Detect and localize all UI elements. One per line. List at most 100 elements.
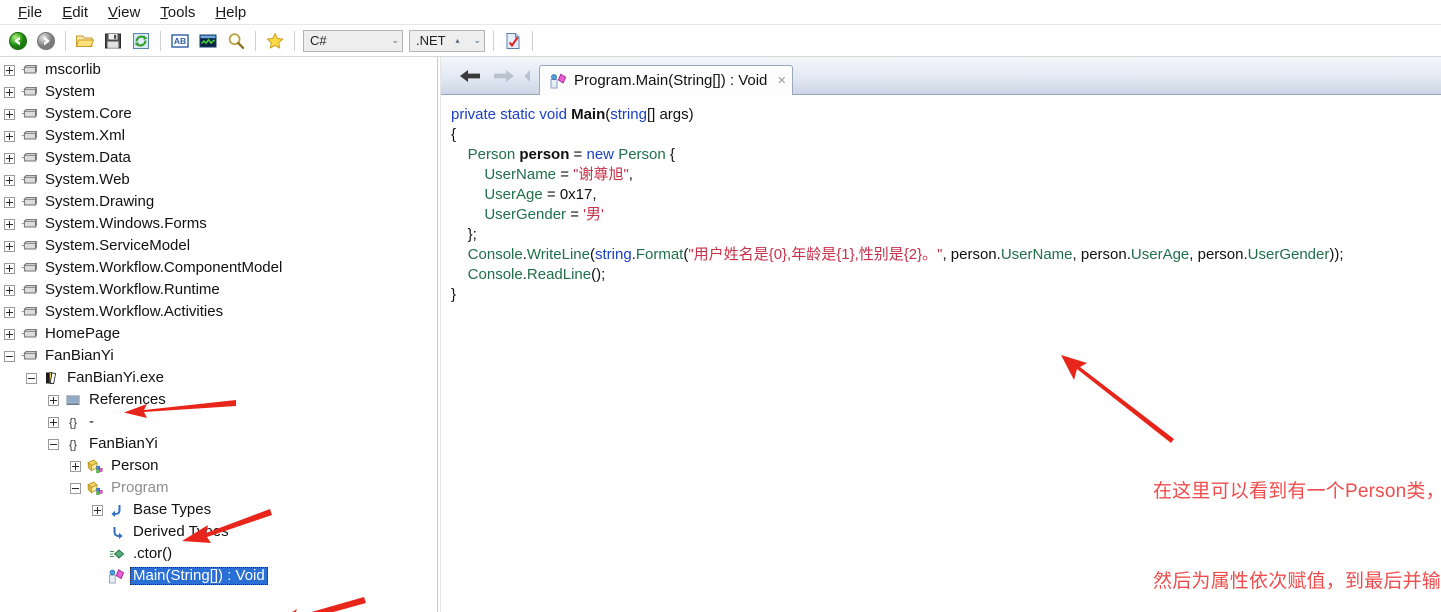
tree-expand-icon[interactable] <box>4 130 15 142</box>
tree-expand-icon[interactable] <box>92 504 103 516</box>
tab-program-main[interactable]: Program.Main(String[]) : Void × <box>539 65 794 95</box>
tree-node[interactable]: {} - <box>0 411 437 433</box>
tree-node[interactable]: System <box>0 81 437 103</box>
tree-node[interactable]: System.Workflow.ComponentModel <box>0 257 437 279</box>
tree-node[interactable]: FanBianYi.exe <box>0 367 437 389</box>
tree-node[interactable]: mscorlib <box>0 59 437 81</box>
tree-expand-icon[interactable] <box>4 218 15 230</box>
tree-node[interactable]: HomePage <box>0 323 437 345</box>
editor-history-dropdown[interactable] <box>521 59 535 93</box>
code-token: UserAge <box>484 186 543 203</box>
tree-node[interactable]: References <box>0 389 437 411</box>
back-arrow-icon <box>9 31 27 50</box>
tree-expand-icon[interactable] <box>4 152 15 164</box>
assembly-icon <box>21 174 37 184</box>
language-select-value: C# <box>310 33 327 48</box>
menu-item-tools[interactable]: Tools <box>150 2 205 23</box>
tree-expand-icon[interactable] <box>4 174 15 186</box>
code-token: , <box>1072 246 1081 263</box>
menu-item-view[interactable]: View <box>98 2 150 23</box>
tree-collapse-icon[interactable] <box>4 350 15 362</box>
assembly-icon <box>21 218 37 228</box>
open-folder-icon <box>75 35 95 47</box>
tree-node[interactable]: System.Web <box>0 169 437 191</box>
tree-node[interactable]: FanBianYi <box>0 345 437 367</box>
tree-expand-icon[interactable] <box>4 306 15 318</box>
tree-node[interactable]: Person <box>0 455 437 477</box>
tree-expand-icon[interactable] <box>4 86 15 98</box>
tree-node[interactable]: Program <box>0 477 437 499</box>
menu-item-help[interactable]: Help <box>205 2 256 23</box>
code-line: Console.WriteLine(string.Format("用户姓名是{0… <box>451 245 1441 265</box>
disassembler-button[interactable]: AB <box>167 28 193 54</box>
tree-node-label: System.Drawing <box>45 193 155 210</box>
tree-node[interactable]: System.Core <box>0 103 437 125</box>
code-token: = <box>569 146 587 163</box>
tree-node[interactable]: System.Workflow.Runtime <box>0 279 437 301</box>
tree-collapse-icon[interactable] <box>70 482 81 494</box>
tree-node[interactable]: System.Workflow.Activities <box>0 301 437 323</box>
tree-expand-icon[interactable] <box>70 460 81 472</box>
tree-node-label: System.Core <box>45 105 132 122</box>
tree-node[interactable]: Derived Types <box>0 521 437 543</box>
menu-mnemonic: E <box>62 3 73 21</box>
tree-node[interactable]: Base Types <box>0 499 437 521</box>
tree-expand-icon[interactable] <box>4 284 15 296</box>
code-panel: Program.Main(String[]) : Void × private … <box>441 57 1441 612</box>
code-token: Main <box>571 106 606 123</box>
framework-select[interactable]: .NET ▴ ⌄ <box>409 29 485 52</box>
tree-node[interactable]: System.Drawing <box>0 191 437 213</box>
tree-node[interactable]: {} FanBianYi <box>0 433 437 455</box>
namespace-icon: {} <box>64 414 82 430</box>
code-token: "用户姓名是{0},年龄是{1},性别是{2}。" <box>688 246 943 263</box>
toolbar: AB C# ⌄ .NET ▴ ⌄ <box>0 25 1441 57</box>
assembly-tree-panel[interactable]: mscorlib System System.Core System.Xml Syste… <box>0 57 437 612</box>
tree-expand-icon[interactable] <box>4 328 15 340</box>
tree-node[interactable]: System.Data <box>0 147 437 169</box>
save-button[interactable] <box>100 28 126 54</box>
tree-expand-icon[interactable] <box>48 416 59 428</box>
tree-expand-icon[interactable] <box>48 394 59 406</box>
close-icon[interactable]: × <box>777 73 786 88</box>
chevron-down-icon: ⌄ <box>391 35 399 45</box>
tree-expand-icon[interactable] <box>4 64 15 76</box>
tree-collapse-icon[interactable] <box>26 372 37 384</box>
tab-title: Program.Main(String[]) : Void <box>574 72 768 89</box>
tree-expand-icon[interactable] <box>4 240 15 252</box>
back-button[interactable] <box>5 28 31 54</box>
floppy-disk-icon <box>105 33 121 48</box>
code-view[interactable]: private static void Main(string[] args){… <box>441 95 1441 612</box>
tree-node[interactable]: .ctor() <box>0 543 437 565</box>
tree-expander-placeholder <box>92 549 103 560</box>
analyzer-button[interactable] <box>195 28 221 54</box>
tree-collapse-icon[interactable] <box>48 438 59 450</box>
framework-extra-icon: ▴ <box>455 36 460 45</box>
assembly-icon <box>20 282 38 298</box>
menu-item-edit[interactable]: Edit <box>52 2 98 23</box>
tree-node-label: Program <box>111 479 169 496</box>
language-select[interactable]: C# ⌄ <box>303 29 403 52</box>
tree-expand-icon[interactable] <box>4 108 15 120</box>
search-button[interactable] <box>223 28 249 54</box>
editor-forward-button[interactable] <box>487 59 521 93</box>
tree-expand-icon[interactable] <box>4 262 15 274</box>
tree-node[interactable]: Main(String[]) : Void <box>0 565 437 587</box>
forward-button[interactable] <box>33 28 59 54</box>
code-token: WriteLine <box>526 246 590 263</box>
menu-item-file[interactable]: File <box>8 2 52 23</box>
tree-node[interactable]: System.Xml <box>0 125 437 147</box>
code-line: UserAge = 0x17, <box>451 185 1441 205</box>
options-button[interactable] <box>500 28 526 54</box>
editor-back-button[interactable] <box>453 59 487 93</box>
assembly-icon <box>21 152 37 162</box>
favorites-button[interactable] <box>262 28 288 54</box>
tree-node[interactable]: System.Windows.Forms <box>0 213 437 235</box>
refresh-button[interactable] <box>128 28 154 54</box>
assembly-icon <box>20 194 38 210</box>
tree-node[interactable]: System.ServiceModel <box>0 235 437 257</box>
open-button[interactable] <box>72 28 98 54</box>
code-token: )); <box>1329 246 1344 263</box>
derived-types-icon <box>113 527 123 539</box>
tree-expand-icon[interactable] <box>4 196 15 208</box>
